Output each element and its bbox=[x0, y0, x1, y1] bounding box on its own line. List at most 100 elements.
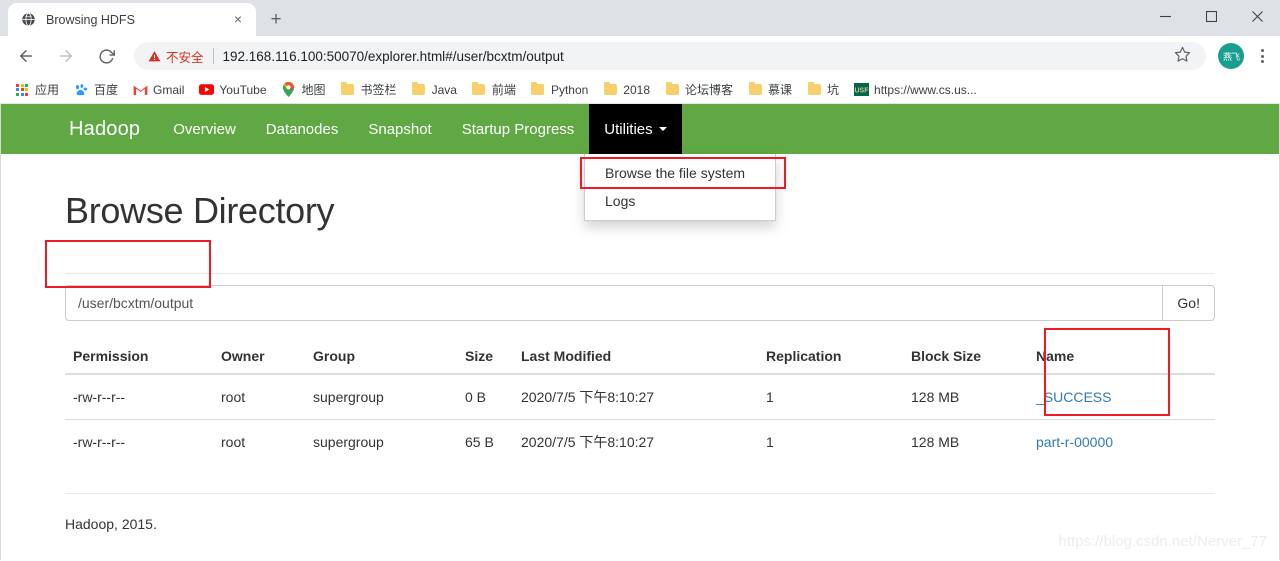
nav-item-snapshot[interactable]: Snapshot bbox=[353, 104, 446, 154]
usf-icon: USF bbox=[853, 82, 869, 98]
bookmark-label: 前端 bbox=[491, 83, 516, 97]
reload-icon[interactable] bbox=[91, 41, 121, 71]
gmail-icon bbox=[132, 82, 148, 98]
bookmark-label: 应用 bbox=[35, 83, 60, 97]
bookmark-label: 百度 bbox=[94, 83, 119, 97]
watermark-text: https://blog.csdn.net/Nerver_77 bbox=[1058, 533, 1267, 550]
baidu-icon bbox=[73, 82, 89, 98]
content-container: Browse Directory Go! Permission Owner bbox=[50, 190, 1230, 532]
bookmark-apps[interactable]: 应用 bbox=[8, 79, 65, 101]
cell-block-size: 128 MB bbox=[911, 389, 960, 405]
nav-item-startup-progress[interactable]: Startup Progress bbox=[447, 104, 590, 154]
omnibox-divider bbox=[212, 48, 214, 64]
nav-item-datanodes[interactable]: Datanodes bbox=[251, 104, 354, 154]
folder-icon bbox=[664, 81, 680, 98]
maximize-icon[interactable] bbox=[1188, 0, 1234, 32]
maps-pin-icon bbox=[281, 82, 297, 98]
svg-text:USF: USF bbox=[854, 87, 869, 94]
bookmark-folder-keng[interactable]: 坑 bbox=[800, 79, 845, 101]
cell-last-modified: 2020/7/5 下午8:10:27 bbox=[513, 419, 758, 464]
nav-item-utilities-label: Utilities bbox=[604, 120, 653, 138]
tab-title: Browsing HDFS bbox=[46, 12, 135, 27]
folder-icon bbox=[471, 81, 487, 98]
cell-name: _SUCCESS bbox=[1028, 374, 1215, 420]
th-block-size: Block Size bbox=[903, 340, 1028, 375]
cell-size: 65 B bbox=[457, 419, 513, 464]
bookmark-maps[interactable]: 地图 bbox=[275, 79, 332, 101]
bookmark-folder-python[interactable]: Python bbox=[524, 79, 594, 101]
th-replication: Replication bbox=[758, 340, 903, 375]
go-button[interactable]: Go! bbox=[1163, 285, 1215, 321]
cell-replication: 1 bbox=[758, 419, 903, 464]
file-link-success[interactable]: _SUCCESS bbox=[1036, 389, 1111, 405]
th-group: Group bbox=[305, 340, 457, 375]
nav-item-utilities[interactable]: Utilities bbox=[589, 104, 682, 154]
bookmark-label: 书签栏 bbox=[360, 83, 397, 97]
th-owner: Owner bbox=[213, 340, 305, 375]
bookmark-label: Python bbox=[550, 82, 589, 97]
bookmark-gmail[interactable]: Gmail bbox=[126, 79, 190, 101]
bookmark-folder-qianduan[interactable]: 前端 bbox=[465, 79, 522, 101]
cell-owner: root bbox=[213, 419, 305, 464]
cell-permission: -rw-r--r-- bbox=[73, 389, 126, 405]
url-text[interactable]: 192.168.116.100:50070/explorer.html#/use… bbox=[223, 49, 1168, 64]
table-header-row: Permission Owner Group Size Last Modifie… bbox=[65, 340, 1215, 375]
folder-icon bbox=[806, 81, 822, 98]
chevron-down-icon bbox=[658, 127, 667, 131]
folder-icon bbox=[340, 81, 356, 98]
bookmark-label: Gmail bbox=[153, 82, 185, 97]
close-icon[interactable] bbox=[1234, 0, 1280, 32]
bookmark-usf[interactable]: USF https://www.cs.us... bbox=[847, 79, 983, 101]
bookmark-label: 地图 bbox=[301, 83, 326, 97]
footer-text: Hadoop, 2015. bbox=[65, 516, 157, 532]
th-name: Name bbox=[1028, 340, 1215, 375]
bookmark-youtube[interactable]: YouTube bbox=[192, 79, 272, 101]
avatar[interactable]: 燕飞 bbox=[1218, 43, 1244, 69]
bookmark-folder-2018[interactable]: 2018 bbox=[596, 79, 656, 101]
nav-item-overview[interactable]: Overview bbox=[158, 104, 251, 154]
folder-icon bbox=[530, 81, 546, 98]
bookmark-label: Java bbox=[431, 82, 457, 97]
folder-icon bbox=[411, 81, 427, 98]
file-link-part-r-00000[interactable]: part-r-00000 bbox=[1036, 434, 1113, 450]
tab-close-icon[interactable]: × bbox=[230, 11, 246, 28]
window-controls bbox=[1142, 0, 1280, 32]
path-input-group: Go! bbox=[65, 285, 1215, 321]
star-icon[interactable] bbox=[1174, 46, 1194, 66]
bookmark-folder-shuqianlan[interactable]: 书签栏 bbox=[334, 79, 403, 101]
cell-group: supergroup bbox=[305, 419, 457, 464]
dropdown-item-browse-file-system[interactable]: Browse the file system bbox=[585, 159, 775, 187]
back-arrow-icon[interactable] bbox=[11, 41, 41, 71]
forward-arrow-icon[interactable] bbox=[51, 41, 81, 71]
cell-owner: root bbox=[221, 389, 246, 405]
bookmark-label: YouTube bbox=[219, 82, 267, 97]
hadoop-navbar: Hadoop Overview Datanodes Snapshot Start… bbox=[1, 104, 1279, 154]
warning-triangle-icon bbox=[148, 50, 161, 63]
kebab-menu-icon[interactable] bbox=[1250, 43, 1274, 69]
bookmark-folder-java[interactable]: Java bbox=[405, 79, 463, 101]
brand-hadoop[interactable]: Hadoop bbox=[1, 104, 158, 154]
page-content: Browse Directory Go! Permission Owner bbox=[1, 190, 1279, 532]
browser-tab[interactable]: Browsing HDFS × bbox=[8, 3, 256, 36]
bookmark-folder-muke[interactable]: 慕课 bbox=[741, 79, 798, 101]
cell-size: 0 B bbox=[465, 389, 487, 405]
minimize-icon[interactable] bbox=[1142, 0, 1188, 32]
utilities-dropdown-menu: Browse the file system Logs bbox=[584, 154, 776, 221]
th-last-modified: Last Modified bbox=[513, 340, 758, 375]
page-viewport: Hadoop Overview Datanodes Snapshot Start… bbox=[0, 104, 1280, 560]
cell-block-size: 128 MB bbox=[903, 419, 1028, 464]
cell-replication: 1 bbox=[766, 389, 774, 405]
browser-toolbar: 不安全 192.168.116.100:50070/explorer.html#… bbox=[0, 36, 1280, 76]
bookmark-folder-luntanboke[interactable]: 论坛博客 bbox=[658, 79, 739, 101]
path-input[interactable] bbox=[65, 285, 1164, 321]
omnibox[interactable]: 不安全 192.168.116.100:50070/explorer.html#… bbox=[134, 42, 1206, 70]
cell-permission: -rw-r--r-- bbox=[65, 419, 213, 464]
new-tab-button[interactable]: + bbox=[262, 5, 290, 33]
bookmark-baidu[interactable]: 百度 bbox=[67, 79, 124, 101]
security-status[interactable]: 不安全 bbox=[148, 47, 204, 66]
cell-name: part-r-00000 bbox=[1028, 419, 1215, 464]
cell-last-modified: 2020/7/5 下午8:10:27 bbox=[521, 389, 655, 405]
dropdown-item-logs[interactable]: Logs bbox=[585, 187, 775, 215]
bookmark-label: 2018 bbox=[623, 82, 650, 97]
apps-grid-icon bbox=[14, 82, 30, 98]
